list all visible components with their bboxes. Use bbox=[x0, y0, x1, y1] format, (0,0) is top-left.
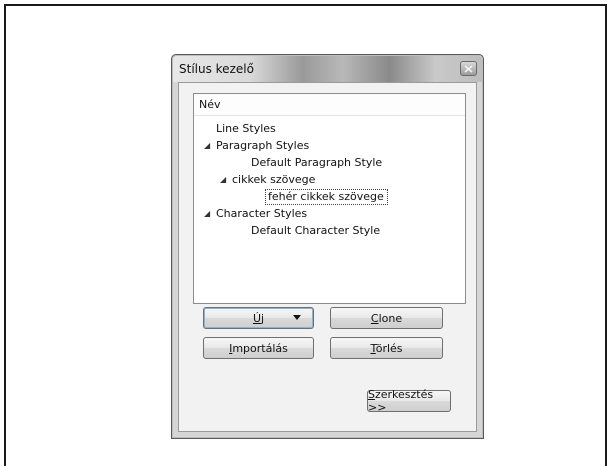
dialog-client-area: Név Line Styles ◢ Paragraph Styles Default … bbox=[178, 82, 477, 432]
tree-row[interactable]: Default Paragraph Style bbox=[194, 154, 465, 171]
title-bar[interactable]: Stílus kezelő bbox=[173, 56, 482, 82]
window-title: Stílus kezelő bbox=[179, 62, 254, 76]
tree-row[interactable]: Default Character Style bbox=[194, 222, 465, 239]
style-manager-dialog: Stílus kezelő Név Line Styles ◢ Paragraph … bbox=[171, 54, 484, 439]
delete-button[interactable]: Törlés bbox=[330, 337, 443, 359]
import-button-label: Importálás bbox=[229, 341, 288, 355]
tree-item-label: Default Paragraph Style bbox=[251, 156, 383, 169]
tree-item-label: fehér cikkek szövege bbox=[265, 189, 388, 205]
triangle-expanded-icon[interactable]: ◢ bbox=[220, 171, 226, 188]
tree-row[interactable]: ◢ Character Styles bbox=[194, 205, 465, 222]
dropdown-arrow-icon[interactable] bbox=[293, 315, 301, 320]
tree-row[interactable]: fehér cikkek szövege bbox=[194, 188, 465, 205]
tree-item-label: Line Styles bbox=[216, 122, 276, 135]
edit-button-label: Szerkesztés >> bbox=[368, 388, 434, 414]
clone-button[interactable]: Clone bbox=[330, 307, 443, 329]
clone-button-label: Clone bbox=[370, 311, 403, 325]
tree-item-label: cikkek szövege bbox=[232, 173, 316, 186]
import-button[interactable]: Importálás bbox=[203, 337, 314, 359]
edit-button[interactable]: Szerkesztés >> bbox=[367, 388, 451, 414]
tree-row[interactable]: ◢ cikkek szövege bbox=[194, 171, 465, 188]
new-button[interactable]: Új bbox=[203, 307, 314, 329]
tree-item-label: Paragraph Styles bbox=[216, 139, 310, 152]
delete-button-label: Törlés bbox=[370, 341, 403, 355]
tree-column-header[interactable]: Név bbox=[194, 94, 465, 116]
close-icon bbox=[464, 64, 473, 73]
style-tree[interactable]: Név Line Styles ◢ Paragraph Styles Default … bbox=[193, 93, 466, 304]
close-button[interactable] bbox=[460, 61, 477, 76]
tree-row[interactable]: Line Styles bbox=[194, 120, 465, 137]
new-button-label: Új bbox=[252, 311, 265, 325]
triangle-expanded-icon[interactable]: ◢ bbox=[204, 137, 210, 154]
tree-item-label: Character Styles bbox=[216, 207, 308, 220]
tree-rows: Line Styles ◢ Paragraph Styles Default Para… bbox=[194, 116, 465, 239]
tree-row[interactable]: ◢ Paragraph Styles bbox=[194, 137, 465, 154]
triangle-expanded-icon[interactable]: ◢ bbox=[204, 205, 210, 222]
tree-item-label: Default Character Style bbox=[251, 224, 381, 237]
